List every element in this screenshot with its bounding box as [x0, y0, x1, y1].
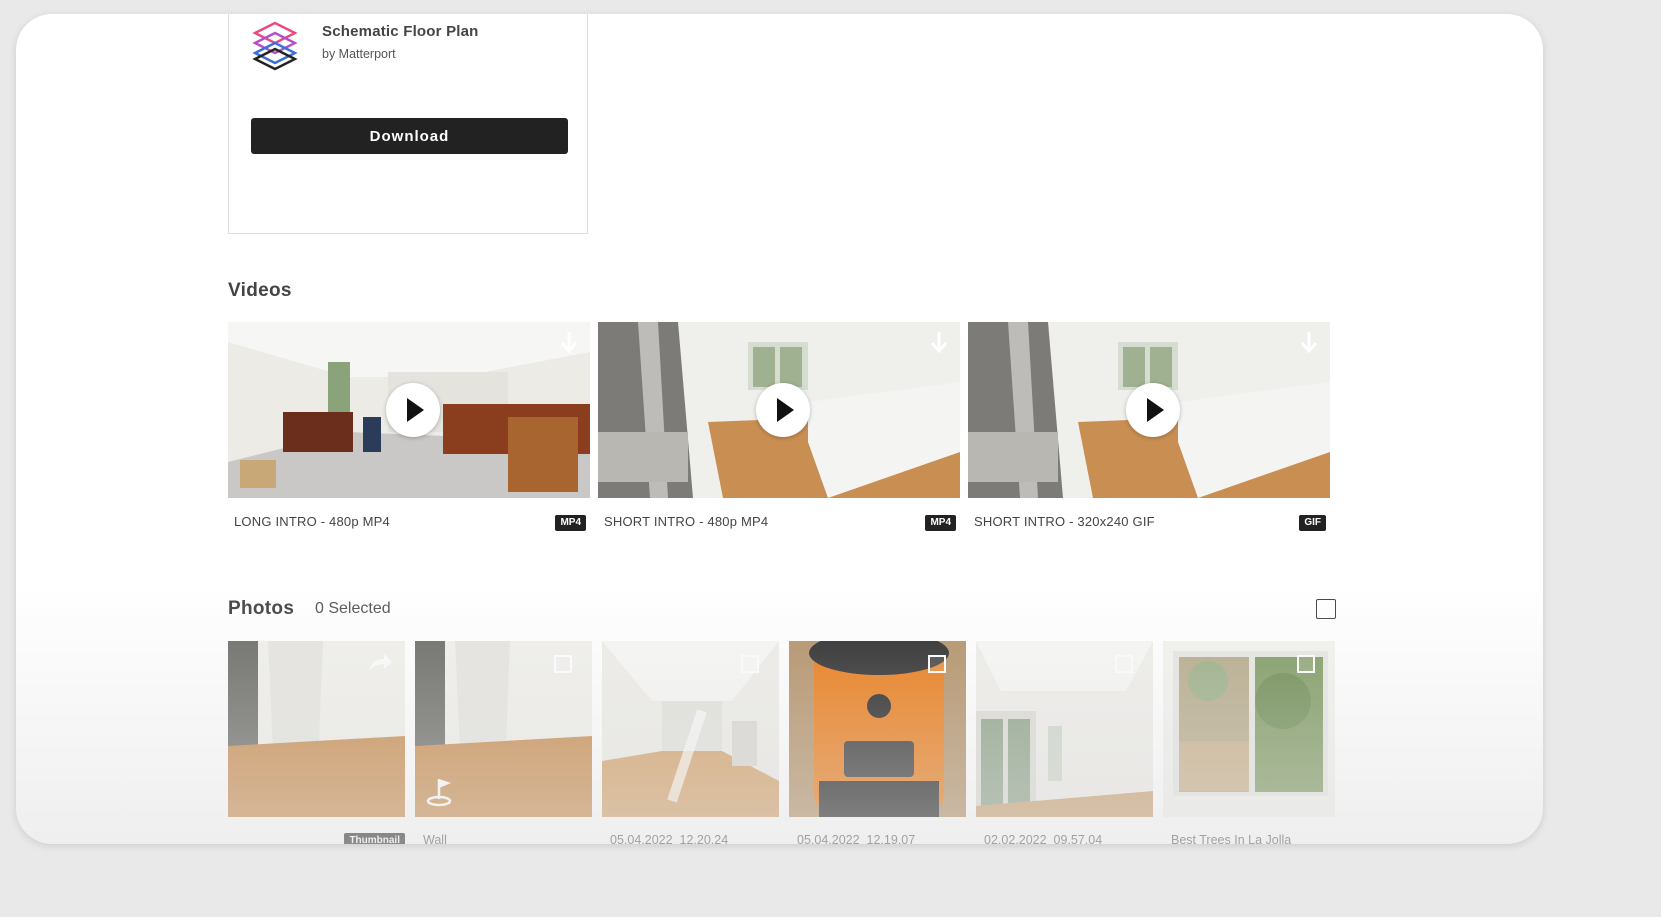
photo-title: 02.02.2022_09.57.04 [984, 833, 1103, 844]
photo-checkbox[interactable] [1297, 655, 1315, 673]
app-card: Schematic Floor Plan by Matterport Downl… [228, 14, 588, 234]
video-thumbnail[interactable] [968, 322, 1330, 498]
format-badge: GIF [1299, 515, 1326, 531]
video-card[interactable]: SHORT INTRO - 320x240 GIF GIF [968, 322, 1330, 531]
download-button[interactable]: Download [251, 118, 568, 154]
app-author: by Matterport [322, 47, 396, 61]
download-arrow-icon[interactable] [558, 330, 580, 356]
photo-card[interactable]: Thumbnail [228, 641, 405, 844]
videos-heading: Videos [228, 280, 292, 301]
photo-title: 05.04.2022_12.20.24 [610, 833, 729, 844]
photo-thumbnail[interactable] [1163, 641, 1335, 817]
thumbnail-badge: Thumbnail [344, 833, 405, 844]
play-button[interactable] [1126, 383, 1180, 437]
video-title: SHORT INTRO - 320x240 GIF [974, 514, 1155, 529]
download-arrow-icon[interactable] [1298, 330, 1320, 356]
photo-thumbnail[interactable] [415, 641, 592, 817]
photo-card[interactable]: Wall [415, 641, 592, 844]
format-badge: MP4 [555, 515, 586, 531]
tag-flag-icon [426, 779, 452, 807]
download-arrow-icon[interactable] [928, 330, 950, 356]
app-title: Schematic Floor Plan [322, 23, 479, 40]
video-thumbnail[interactable] [598, 322, 960, 498]
play-button[interactable] [386, 383, 440, 437]
video-title: SHORT INTRO - 480p MP4 [604, 514, 769, 529]
select-all-checkbox[interactable] [1316, 599, 1336, 619]
photo-title: 05.04.2022_12.19.07 [797, 833, 916, 844]
photo-title: Wall [423, 833, 447, 844]
photo-card[interactable]: 02.02.2022_09.57.04 [976, 641, 1153, 844]
matterport-logo-icon [252, 21, 298, 71]
photo-card[interactable]: 05.04.2022_12.20.24 [602, 641, 779, 844]
page-frame: Schematic Floor Plan by Matterport Downl… [16, 14, 1543, 844]
photo-checkbox[interactable] [928, 655, 946, 673]
share-arrow-icon[interactable] [367, 653, 393, 673]
format-badge: MP4 [925, 515, 956, 531]
selected-count: 0 Selected [315, 600, 391, 617]
photo-thumbnail[interactable] [602, 641, 779, 817]
photo-checkbox[interactable] [554, 655, 572, 673]
photos-heading: Photos [228, 598, 295, 619]
video-card[interactable]: SHORT INTRO - 480p MP4 MP4 [598, 322, 960, 531]
video-thumbnail[interactable] [228, 322, 590, 498]
video-card[interactable]: LONG INTRO - 480p MP4 MP4 [228, 322, 590, 531]
photo-checkbox[interactable] [1115, 655, 1133, 673]
play-button[interactable] [756, 383, 810, 437]
photo-title: Best Trees In La Jolla [1171, 833, 1292, 844]
photo-thumbnail[interactable] [789, 641, 966, 817]
video-title: LONG INTRO - 480p MP4 [234, 514, 390, 529]
photo-checkbox[interactable] [741, 655, 759, 673]
photo-card[interactable]: Best Trees In La Jolla [1163, 641, 1335, 844]
photo-thumbnail[interactable] [228, 641, 405, 817]
photo-thumbnail[interactable] [976, 641, 1153, 817]
photo-card[interactable]: 05.04.2022_12.19.07 [789, 641, 966, 844]
